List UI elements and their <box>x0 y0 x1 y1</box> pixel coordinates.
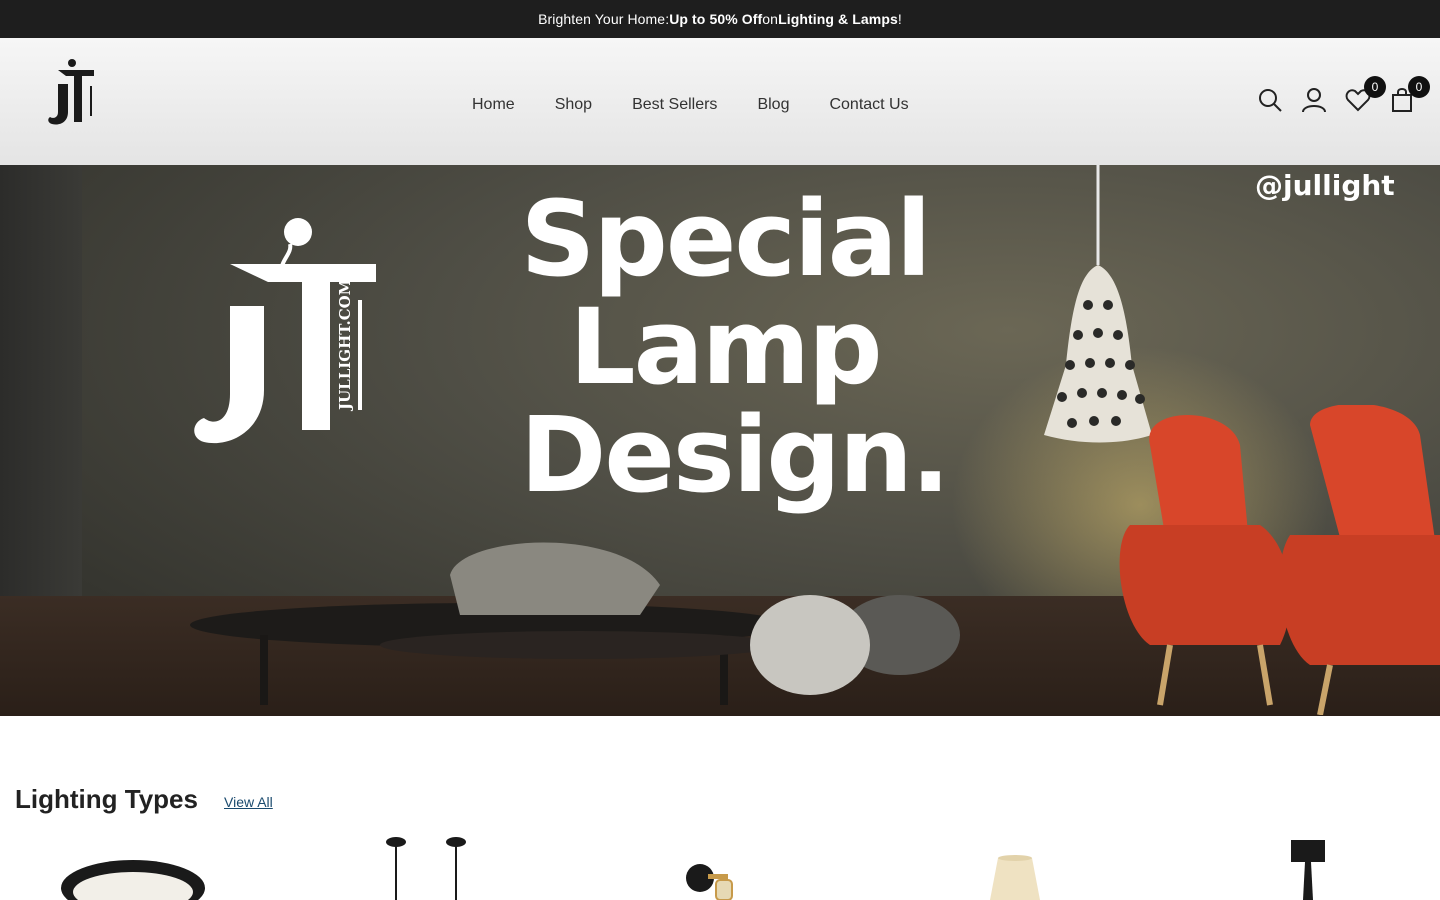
section-title: Lighting Types <box>15 784 198 814</box>
wishlist-count-badge: 0 <box>1364 76 1386 98</box>
announcement-suffix: ! <box>897 11 902 27</box>
hero-banner[interactable]: JULLIGHT.COM Special Lamp Design. @julli… <box>0 165 1440 716</box>
site-header: Home Shop Best Sellers Blog Contact Us 0… <box>0 38 1440 165</box>
user-icon[interactable] <box>1300 86 1328 114</box>
heart-icon[interactable]: 0 <box>1344 76 1386 114</box>
product-wall-light[interactable] <box>680 830 750 900</box>
hero-logo-text: JULLIGHT.COM <box>336 279 354 412</box>
coffee-table <box>190 542 960 705</box>
headline-line-2: Lamp <box>569 286 882 408</box>
hero-logo: JULLIGHT.COM <box>194 218 376 444</box>
armchairs <box>1119 405 1440 715</box>
nav-home[interactable]: Home <box>472 96 515 114</box>
shopping-bag-icon[interactable]: 0 <box>1388 76 1430 114</box>
headline-line-3: Design. <box>520 394 950 516</box>
site-logo[interactable] <box>44 56 104 128</box>
main-nav: Home Shop Best Sellers Blog Contact Us <box>472 96 909 114</box>
announcement-category: Lighting & Lamps <box>778 11 898 27</box>
header-icons: 0 0 <box>1256 76 1430 114</box>
pendant-lamp <box>1044 165 1152 443</box>
nav-contact-us[interactable]: Contact Us <box>829 96 908 114</box>
product-table-lamp[interactable] <box>980 830 1050 900</box>
product-pendant-lights[interactable] <box>380 830 480 900</box>
announcement-offer: Up to 50% Off <box>669 11 763 27</box>
cart-count-badge: 0 <box>1408 76 1430 98</box>
announcement-prefix: Brighten Your Home: <box>538 11 670 27</box>
product-floor-lamp[interactable] <box>1285 830 1335 900</box>
nav-best-sellers[interactable]: Best Sellers <box>632 96 717 114</box>
nav-shop[interactable]: Shop <box>555 96 592 114</box>
search-icon[interactable] <box>1256 86 1284 114</box>
social-handle: @jullight <box>1255 169 1395 202</box>
announcement-bar: Brighten Your Home: Up to 50% Off on Lig… <box>0 0 1440 38</box>
view-all-link[interactable]: View All <box>224 794 273 810</box>
headline-line-1: Special <box>520 178 931 300</box>
hero-headline: Special Lamp Design. <box>520 178 950 516</box>
announcement-middle: on <box>762 11 779 27</box>
product-ceiling-light[interactable] <box>58 830 208 900</box>
nav-blog[interactable]: Blog <box>757 96 789 114</box>
